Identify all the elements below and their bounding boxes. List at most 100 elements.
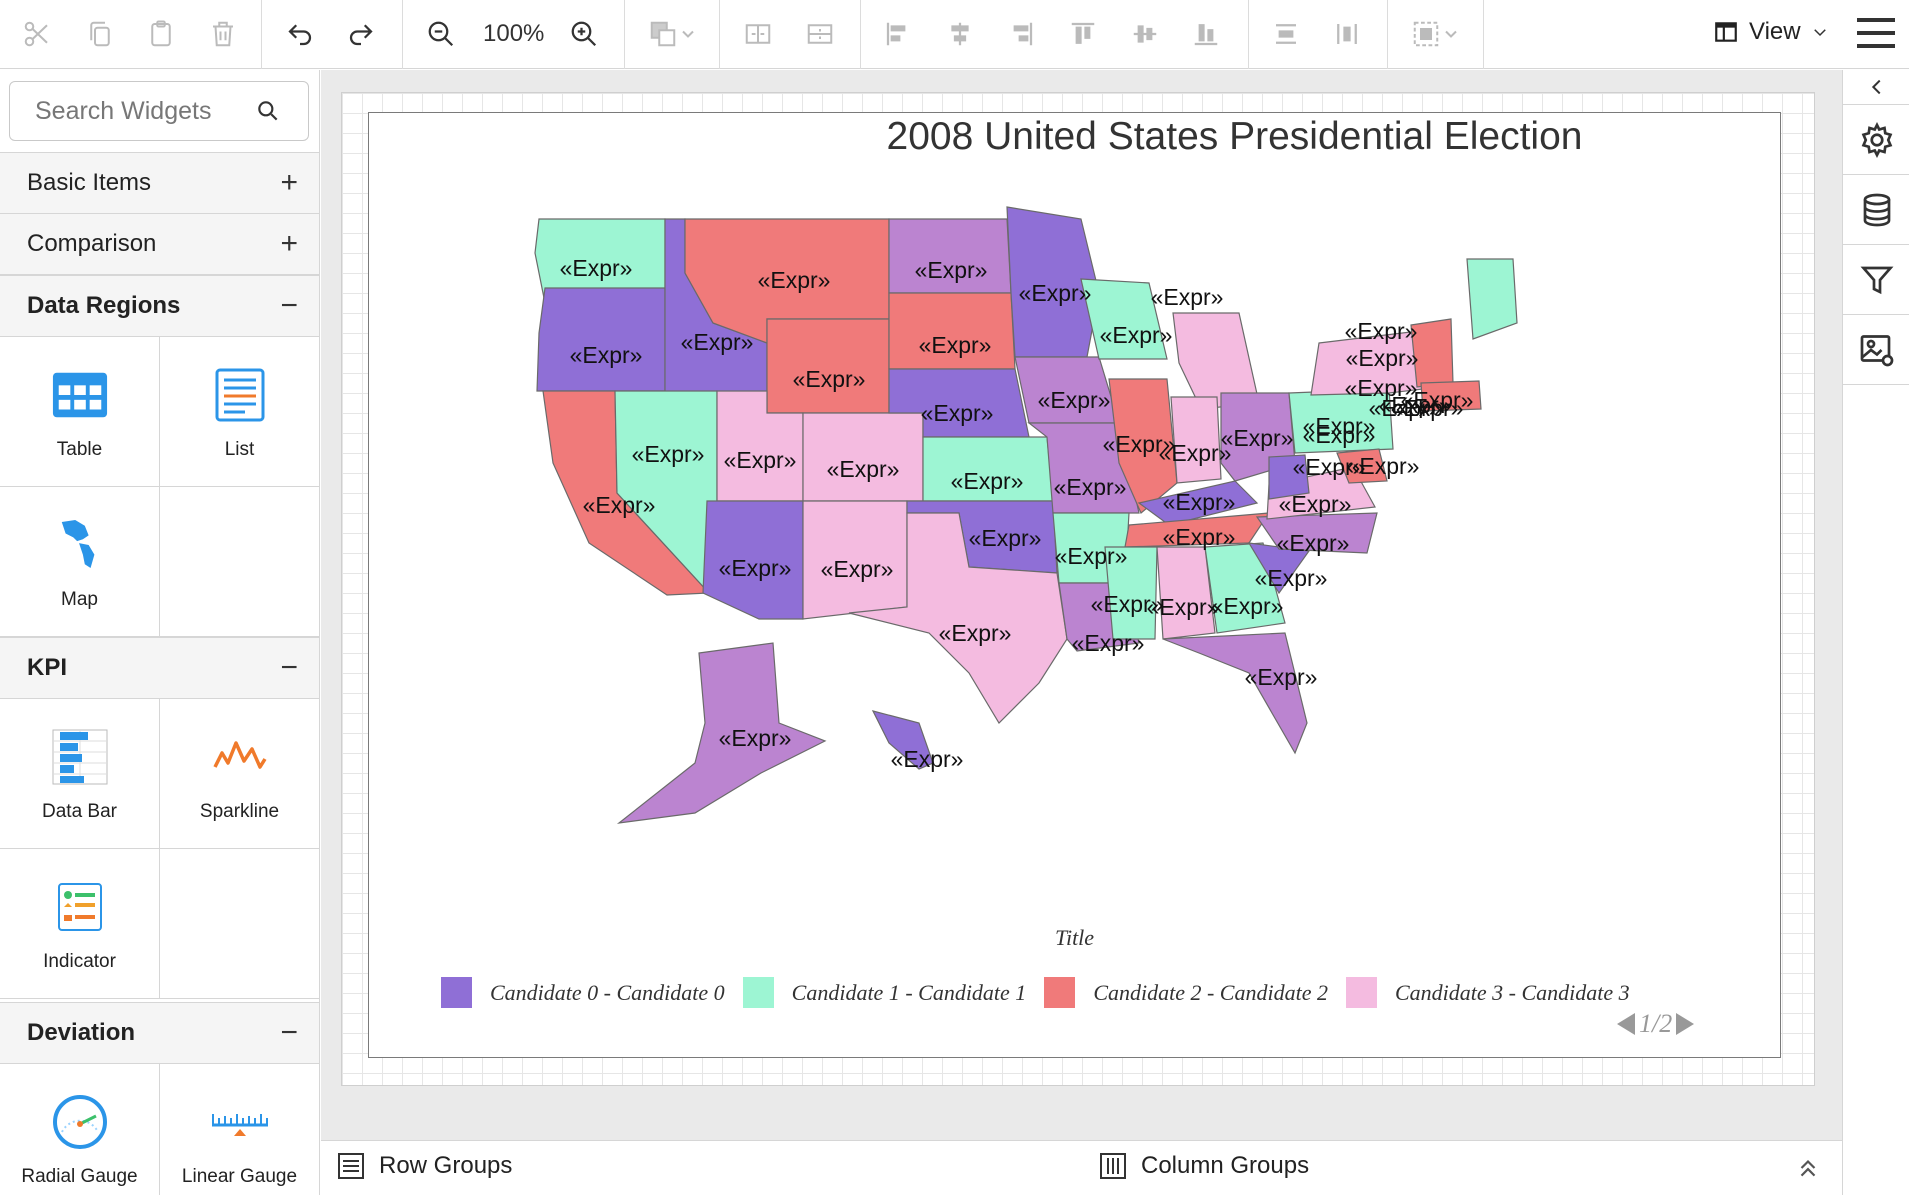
split-h-icon (745, 24, 771, 44)
section-data-regions[interactable]: Data Regions − (0, 275, 319, 337)
properties-button[interactable] (1843, 105, 1909, 175)
widget-linear-gauge[interactable]: Linear Gauge (160, 1064, 319, 1195)
align-bottom-icon (1194, 24, 1218, 46)
widget-radial-gauge[interactable]: Radial Gauge (0, 1064, 160, 1195)
double-chevron-up-icon[interactable] (1795, 1155, 1821, 1181)
zoom-in-icon (571, 21, 597, 47)
legend-item: Candidate 3 - Candidate 3 (1345, 977, 1630, 1008)
database-icon (1863, 193, 1890, 226)
zoom-in-button[interactable] (564, 14, 604, 54)
section-basic-items[interactable]: Basic Items + (0, 152, 319, 214)
widget-sparkline[interactable]: Sparkline (160, 699, 319, 849)
collapse-icon[interactable]: − (280, 653, 298, 683)
state-label: «Expr» (1100, 322, 1173, 348)
state-label: «Expr» (1151, 284, 1224, 310)
expand-icon[interactable]: + (280, 168, 298, 198)
align-left-button[interactable] (878, 14, 918, 54)
widget-data-bar[interactable]: Data Bar (0, 699, 160, 849)
align-middle-button[interactable] (1125, 14, 1165, 54)
state-alabama[interactable] (1156, 546, 1216, 640)
state-label: «Expr» (1038, 387, 1111, 413)
state-label: «Expr» (1163, 489, 1236, 515)
table-icon (50, 365, 110, 425)
align-top-button[interactable] (1063, 14, 1103, 54)
state-label: «Expr» (724, 447, 797, 473)
widget-indicator[interactable]: Indicator (0, 849, 160, 999)
section-label: Comparison (27, 230, 157, 257)
legend-swatch (1345, 977, 1377, 1008)
state-label: «Expr» (1293, 454, 1366, 480)
pager-next-icon[interactable] (1676, 1013, 1695, 1035)
split-horizontal-button[interactable] (738, 14, 778, 54)
search-input[interactable] (35, 96, 255, 126)
state-label: «Expr» (821, 556, 894, 582)
widget-label: Table (56, 439, 103, 460)
collapse-icon[interactable]: − (280, 1018, 298, 1048)
linear-gauge-icon (210, 1092, 270, 1152)
align-right-button[interactable] (1001, 14, 1041, 54)
image-settings-icon (1860, 334, 1893, 366)
collapse-icon[interactable]: − (280, 291, 298, 321)
legend-swatch (1044, 977, 1076, 1008)
redo-icon (349, 24, 373, 46)
collapse-panel-button[interactable] (1843, 70, 1909, 105)
group-group (1388, 0, 1484, 69)
section-comparison[interactable]: Comparison + (0, 213, 319, 275)
data-button[interactable] (1843, 175, 1909, 245)
view-dropdown[interactable]: View (1713, 18, 1829, 46)
group-dropdown[interactable] (1404, 14, 1468, 54)
search-icon[interactable] (255, 98, 281, 124)
order-icon (650, 21, 694, 47)
state-label: «Expr» (1054, 474, 1127, 500)
filter-button[interactable] (1843, 245, 1909, 315)
zoom-level[interactable]: 100% (483, 20, 544, 48)
state-label: «Expr» (1345, 318, 1418, 344)
section-deviation[interactable]: Deviation − (0, 1002, 319, 1064)
paste-button[interactable] (141, 14, 181, 54)
legend-title[interactable]: Title (369, 925, 1780, 951)
map-title[interactable]: 2008 United States Presidential Election (369, 115, 1780, 159)
state-oregon[interactable] (536, 287, 666, 392)
column-groups-icon (1100, 1153, 1126, 1179)
section-kpi[interactable]: KPI − (0, 637, 319, 699)
zoom-group: 100% (403, 0, 625, 69)
cut-button[interactable] (17, 14, 57, 54)
align-center-button[interactable] (940, 14, 980, 54)
state-maine[interactable] (1466, 258, 1518, 340)
align-bottom-button[interactable] (1186, 14, 1226, 54)
map-report-item[interactable]: «Expr» «Expr» «Expr» «Expr» «Expr» «Expr» «Exp… (368, 112, 1781, 1058)
us-map: «Expr» «Expr» «Expr» «Expr» «Expr» «Expr» «Exp… (534, 206, 1518, 824)
state-label: «Expr» (793, 366, 866, 392)
widget-table[interactable]: Table (0, 337, 160, 487)
copy-button[interactable] (80, 14, 120, 54)
state-label: «Expr» (681, 329, 754, 355)
split-vertical-button[interactable] (800, 14, 840, 54)
widget-list[interactable]: List (160, 337, 319, 487)
state-florida[interactable] (1162, 632, 1308, 755)
filter-icon (1860, 266, 1893, 294)
distribute-horizontal-button[interactable] (1266, 14, 1306, 54)
column-groups-tab[interactable]: Column Groups (1099, 1152, 1309, 1180)
widget-label: Linear Gauge (181, 1166, 298, 1187)
state-label: «Expr» (1401, 387, 1474, 413)
legend-pager[interactable]: 1/2 (1617, 1009, 1695, 1039)
state-label: «Expr» (969, 525, 1042, 551)
properties-panel-rail (1842, 70, 1909, 1195)
row-groups-label: Row Groups (379, 1152, 513, 1179)
widget-map[interactable]: Map (0, 487, 160, 637)
distribute-vertical-button[interactable] (1327, 14, 1367, 54)
pager-prev-icon[interactable] (1617, 1013, 1635, 1035)
legend-swatch (742, 977, 774, 1008)
order-dropdown[interactable] (641, 14, 705, 54)
view-label: View (1749, 18, 1801, 45)
map-legend[interactable]: Candidate 0 - Candidate 0 Candidate 1 - C… (441, 977, 1648, 1008)
image-settings-button[interactable] (1843, 315, 1909, 385)
delete-button[interactable] (203, 14, 243, 54)
redo-button[interactable] (341, 14, 381, 54)
expand-icon[interactable]: + (280, 229, 298, 259)
main-menu-button[interactable] (1855, 12, 1897, 54)
zoom-out-button[interactable] (421, 14, 461, 54)
undo-button[interactable] (280, 14, 320, 54)
state-label: «Expr» (919, 332, 992, 358)
row-groups-tab[interactable]: Row Groups (337, 1152, 512, 1180)
